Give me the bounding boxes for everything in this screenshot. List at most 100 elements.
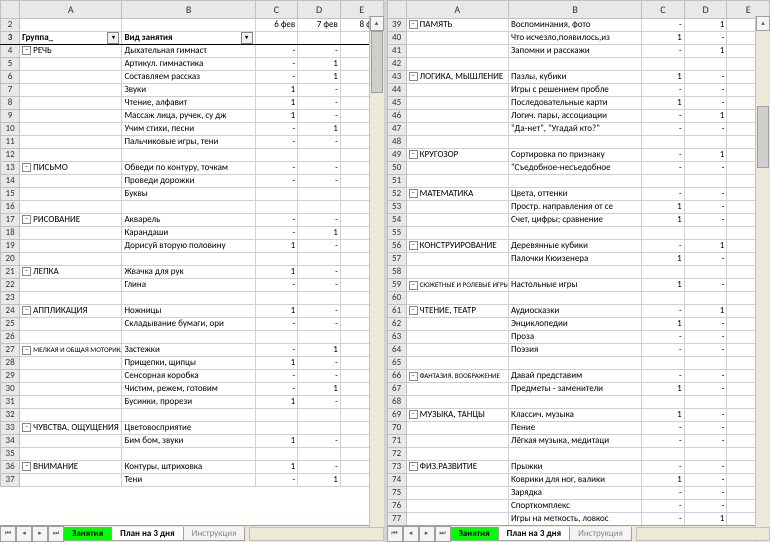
table-row[interactable]: 52−МАТЕМАТИКАЦвета, оттенки---: [387, 188, 770, 201]
tab-instruktsiya[interactable]: Инструкция: [183, 527, 246, 541]
group-cell[interactable]: [406, 97, 508, 110]
value-cell[interactable]: -: [255, 214, 298, 227]
value-cell[interactable]: 1: [684, 513, 727, 526]
value-cell[interactable]: -: [298, 175, 341, 188]
row-header[interactable]: 44: [387, 84, 406, 97]
table-row[interactable]: 41Запомни и расскажи-1-: [387, 45, 770, 58]
value-cell[interactable]: -: [684, 474, 727, 487]
table-row[interactable]: 18Карандаши-1-: [1, 227, 384, 240]
activity-cell[interactable]: Простр. направления от се: [508, 201, 641, 214]
table-row[interactable]: 5Артикул. гимнастика-1-: [1, 58, 384, 71]
table-row[interactable]: 6Составляем рассказ-1-: [1, 71, 384, 84]
activity-cell[interactable]: Проза: [508, 331, 641, 344]
activity-cell[interactable]: Звуки: [122, 84, 255, 97]
row-header[interactable]: 53: [387, 201, 406, 214]
col-A[interactable]: A: [20, 1, 122, 19]
row-header[interactable]: 43: [387, 71, 406, 84]
value-cell[interactable]: -: [255, 474, 298, 487]
value-cell[interactable]: 1: [642, 279, 685, 292]
value-cell[interactable]: -: [642, 149, 685, 162]
group-cell[interactable]: [20, 435, 122, 448]
outline-toggle-icon[interactable]: −: [409, 281, 418, 290]
value-cell[interactable]: -: [298, 240, 341, 253]
row-header[interactable]: 6: [1, 71, 20, 84]
row-header[interactable]: 21: [1, 266, 20, 279]
table-row[interactable]: 56−КОНСТРУИРОВАНИЕДеревянные кубики-1-: [387, 240, 770, 253]
value-cell[interactable]: -: [684, 500, 727, 513]
tab-plan[interactable]: План на 3 дня: [498, 527, 570, 541]
table-row[interactable]: 74Коврики для ног, валики1--: [387, 474, 770, 487]
activity-cell[interactable]: "Да-нет", "Угадай кто?": [508, 123, 641, 136]
group-cell[interactable]: −ЧУВСТВА, ОЩУЩЕНИЯ: [20, 422, 122, 435]
value-cell[interactable]: [255, 422, 298, 435]
row-header[interactable]: 31: [1, 396, 20, 409]
value-cell[interactable]: -: [684, 162, 727, 175]
filter-dropdown-icon[interactable]: ▾: [107, 32, 119, 44]
activity-cell[interactable]: Застежки: [122, 344, 255, 357]
table-row[interactable]: 22Глина--1: [1, 279, 384, 292]
group-cell[interactable]: −МАТЕМАТИКА: [406, 188, 508, 201]
group-cell[interactable]: [406, 253, 508, 266]
value-cell[interactable]: 1: [298, 474, 341, 487]
group-cell[interactable]: [20, 110, 122, 123]
tab-nav-next-icon[interactable]: ▸: [32, 526, 48, 542]
group-cell[interactable]: −ВНИМАНИЕ: [20, 461, 122, 474]
value-cell[interactable]: -: [642, 461, 685, 474]
group-cell[interactable]: −ПАМЯТЬ: [406, 19, 508, 32]
table-row[interactable]: 77Игры на меткость, ловкос-1-: [387, 513, 770, 526]
row-header[interactable]: 23: [1, 292, 20, 305]
activity-cell[interactable]: Предметы - заменители: [508, 383, 641, 396]
value-cell[interactable]: 1: [684, 305, 727, 318]
activity-cell[interactable]: Проведи дорожки: [122, 175, 255, 188]
value-cell[interactable]: -: [298, 136, 341, 149]
row-header[interactable]: 33: [1, 422, 20, 435]
activity-cell[interactable]: Пазлы, кубики: [508, 71, 641, 84]
value-cell[interactable]: -: [255, 175, 298, 188]
row-header[interactable]: 66: [387, 370, 406, 383]
value-cell[interactable]: -: [684, 409, 727, 422]
row-header[interactable]: 47: [387, 123, 406, 136]
table-row[interactable]: 21−ЛЕПКАЖвачка для рук1--: [1, 266, 384, 279]
activity-cell[interactable]: Складывание бумаги, ори: [122, 318, 255, 331]
group-cell[interactable]: [20, 279, 122, 292]
value-cell[interactable]: -: [684, 279, 727, 292]
table-row[interactable]: 23: [1, 292, 384, 305]
value-cell[interactable]: -: [255, 71, 298, 84]
row-header[interactable]: 69: [387, 409, 406, 422]
value-cell[interactable]: -: [684, 331, 727, 344]
activity-cell[interactable]: Бим бом, звуки: [122, 435, 255, 448]
row-header[interactable]: 76: [387, 500, 406, 513]
table-row[interactable]: 49−КРУГОЗОРСортировка по признаку-1-: [387, 149, 770, 162]
outline-toggle-icon[interactable]: −: [409, 72, 418, 81]
activity-cell[interactable]: Классич. музыка: [508, 409, 641, 422]
outline-toggle-icon[interactable]: −: [22, 462, 31, 471]
group-cell[interactable]: [406, 487, 508, 500]
row-header[interactable]: 34: [1, 435, 20, 448]
activity-cell[interactable]: Сенсорная коробка: [122, 370, 255, 383]
table-row[interactable]: 76Спорткомплекс---: [387, 500, 770, 513]
outline-toggle-icon[interactable]: −: [22, 46, 31, 55]
activity-cell[interactable]: Давай представим: [508, 370, 641, 383]
row-header[interactable]: 61: [387, 305, 406, 318]
value-cell[interactable]: -: [684, 253, 727, 266]
value-cell[interactable]: -: [255, 58, 298, 71]
row-header[interactable]: 39: [387, 19, 406, 32]
horizontal-scrollbar[interactable]: [636, 527, 770, 541]
value-cell[interactable]: -: [642, 435, 685, 448]
value-cell[interactable]: 1: [684, 110, 727, 123]
row-header[interactable]: 35: [1, 448, 20, 461]
row-header[interactable]: 63: [387, 331, 406, 344]
activity-cell[interactable]: Чтение, алфавит: [122, 97, 255, 110]
table-row[interactable]: 58: [387, 266, 770, 279]
tab-instruktsiya[interactable]: Инструкция: [569, 527, 632, 541]
table-row[interactable]: 62Энциклопедии1--: [387, 318, 770, 331]
row-header[interactable]: 60: [387, 292, 406, 305]
value-cell[interactable]: 1: [642, 409, 685, 422]
outline-toggle-icon[interactable]: −: [409, 150, 418, 159]
activity-cell[interactable]: Буквы: [122, 188, 255, 201]
value-cell[interactable]: -: [255, 123, 298, 136]
group-cell[interactable]: [20, 97, 122, 110]
value-cell[interactable]: -: [298, 357, 341, 370]
value-cell[interactable]: 1: [255, 266, 298, 279]
table-row[interactable]: 33−ЧУВСТВА, ОЩУЩЕНИЯЦветовосприятие: [1, 422, 384, 435]
